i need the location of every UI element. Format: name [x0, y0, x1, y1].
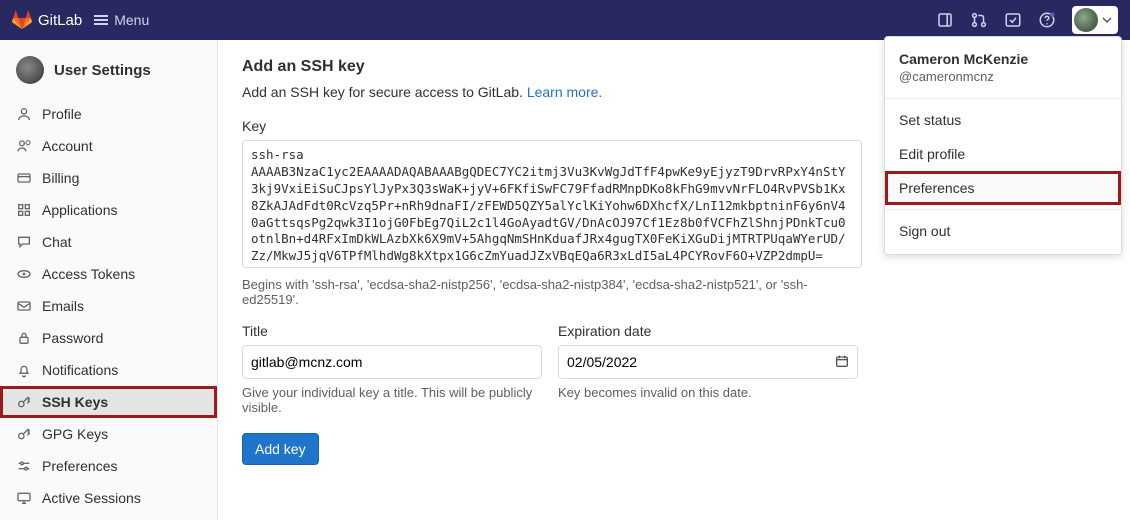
sidebar-item-label: Emails	[42, 298, 84, 314]
sidebar-item-notifications[interactable]: Notifications	[0, 354, 217, 386]
sidebar-item-label: Billing	[42, 170, 79, 186]
sidebar-item-label: Active Sessions	[42, 490, 141, 506]
sidebar-item-active-sessions[interactable]: Active Sessions	[0, 482, 217, 514]
sidebar-item-label: Access Tokens	[42, 266, 135, 282]
expiration-helper-text: Key becomes invalid on this date.	[558, 385, 858, 400]
issues-icon[interactable]	[936, 11, 954, 29]
main-content: Add an SSH key Add an SSH key for secure…	[218, 40, 1130, 520]
sidebar-item-access-tokens[interactable]: Access Tokens	[0, 258, 217, 290]
sidebar-item-ssh-keys[interactable]: SSH Keys	[0, 386, 217, 418]
sidebar-header: User Settings	[0, 48, 217, 98]
sidebar-item-gpg-keys[interactable]: GPG Keys	[0, 418, 217, 450]
sidebar-item-applications[interactable]: Applications	[0, 194, 217, 226]
credit-card-icon	[16, 170, 32, 186]
monitor-icon	[16, 490, 32, 506]
ssh-key-input[interactable]	[242, 140, 862, 268]
key-icon	[16, 394, 32, 410]
sidebar-item-profile[interactable]: Profile	[0, 98, 217, 130]
sidebar-item-label: Applications	[42, 202, 118, 218]
brand-label: GitLab	[38, 12, 82, 29]
menu-item-edit-profile[interactable]: Edit profile	[885, 137, 1121, 171]
menu-item-set-status[interactable]: Set status	[885, 103, 1121, 137]
sidebar-item-password[interactable]: Password	[0, 322, 217, 354]
gitlab-logo[interactable]: GitLab	[12, 10, 82, 30]
sidebar-avatar-icon	[16, 56, 44, 84]
todos-icon[interactable]	[1004, 11, 1022, 29]
sidebar-item-chat[interactable]: Chat	[0, 226, 217, 258]
calendar-icon	[834, 353, 850, 369]
user-icon	[16, 106, 32, 122]
topbar: GitLab Menu	[0, 0, 1130, 40]
lock-icon	[16, 330, 32, 346]
title-label: Title	[242, 323, 542, 339]
sidebar-item-billing[interactable]: Billing	[0, 162, 217, 194]
bell-icon	[16, 362, 32, 378]
gitlab-icon	[12, 10, 32, 30]
user-menu-dropdown: Cameron McKenzie @cameronmcnz Set status…	[884, 36, 1122, 255]
expiration-label: Expiration date	[558, 323, 858, 339]
help-icon[interactable]	[1038, 11, 1056, 29]
sidebar-item-label: Password	[42, 330, 103, 346]
sidebar-item-account[interactable]: Account	[0, 130, 217, 162]
user-avatar-button[interactable]	[1072, 6, 1118, 34]
user-name: Cameron McKenzie	[899, 51, 1107, 67]
merge-request-icon[interactable]	[970, 11, 988, 29]
user-handle: @cameronmcnz	[899, 69, 1107, 84]
apps-icon	[16, 202, 32, 218]
title-helper-text: Give your individual key a title. This w…	[242, 385, 542, 415]
menu-button[interactable]: Menu	[94, 12, 149, 28]
expiration-input[interactable]	[558, 345, 858, 379]
email-icon	[16, 298, 32, 314]
menu-label: Menu	[114, 12, 149, 28]
sidebar-item-label: Profile	[42, 106, 82, 122]
user-menu-header: Cameron McKenzie @cameronmcnz	[885, 47, 1121, 94]
sidebar-item-label: SSH Keys	[42, 394, 108, 410]
menu-divider	[885, 98, 1121, 99]
key-icon	[16, 426, 32, 442]
sidebar-item-label: Chat	[42, 234, 72, 250]
avatar-icon	[1074, 8, 1098, 32]
title-input[interactable]	[242, 345, 542, 379]
chat-icon	[16, 234, 32, 250]
chevron-down-icon	[1102, 15, 1112, 25]
menu-item-sign-out[interactable]: Sign out	[885, 214, 1121, 248]
sidebar-item-label: Notifications	[42, 362, 118, 378]
gear-user-icon	[16, 138, 32, 154]
sidebar-item-label: Preferences	[42, 458, 117, 474]
add-key-button[interactable]: Add key	[242, 433, 319, 465]
token-icon	[16, 266, 32, 282]
hamburger-icon	[94, 15, 108, 25]
sidebar-item-preferences[interactable]: Preferences	[0, 450, 217, 482]
sidebar-item-label: GPG Keys	[42, 426, 108, 442]
sidebar-title: User Settings	[54, 62, 151, 79]
sidebar-item-label: Account	[42, 138, 93, 154]
menu-divider	[885, 209, 1121, 210]
key-helper-text: Begins with 'ssh-rsa', 'ecdsa-sha2-nistp…	[242, 277, 862, 307]
sliders-icon	[16, 458, 32, 474]
sidebar: User Settings Profile Account Billing Ap…	[0, 40, 218, 520]
sidebar-item-emails[interactable]: Emails	[0, 290, 217, 322]
learn-more-link[interactable]: Learn more.	[527, 84, 602, 100]
menu-item-preferences[interactable]: Preferences	[885, 171, 1121, 205]
